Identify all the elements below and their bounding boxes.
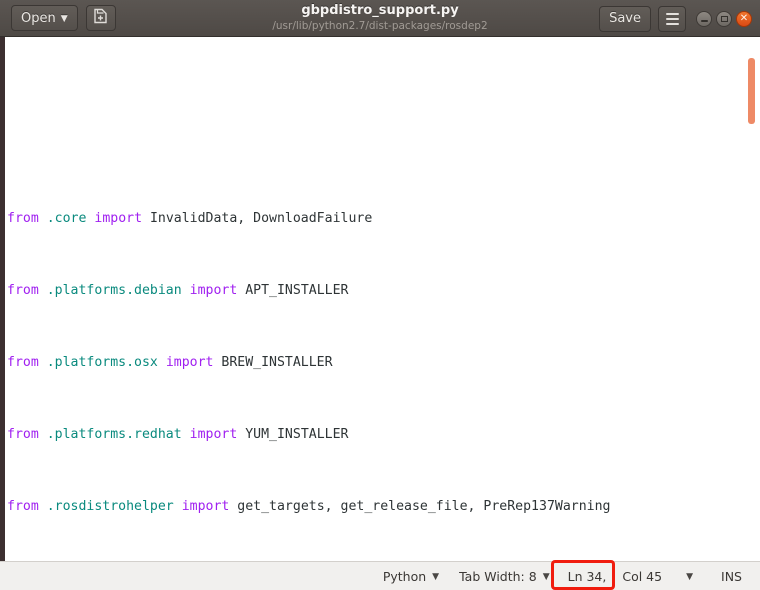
code-line: from .core import InvalidData, DownloadF… xyxy=(5,210,745,228)
token-keyword: import xyxy=(94,211,143,226)
maximize-icon xyxy=(720,15,728,22)
token-names: APT_INSTALLER xyxy=(237,283,349,298)
code-line: from .platforms.osx import BREW_INSTALLE… xyxy=(5,354,745,372)
token-module: .core xyxy=(46,211,87,226)
token-keyword: from xyxy=(7,211,39,226)
close-icon: ✕ xyxy=(739,12,749,24)
token-keyword: import xyxy=(189,283,238,298)
cursor-position-column[interactable]: Col 45 xyxy=(614,562,670,590)
new-document-button[interactable] xyxy=(85,5,116,31)
token-keyword: import xyxy=(181,499,230,514)
token-names: YUM_INSTALLER xyxy=(237,427,349,442)
token-keyword: from xyxy=(7,355,39,370)
cursor-position-dropdown[interactable]: ▼ xyxy=(670,562,707,590)
cursor-line-label: Ln 34, xyxy=(567,568,607,584)
token-names: get_targets, get_release_file, PreRep137… xyxy=(229,499,611,514)
cursor-position-line[interactable]: Ln 34, xyxy=(560,562,615,590)
token-names: InvalidData, DownloadFailure xyxy=(142,211,373,226)
language-label: Python xyxy=(382,568,427,584)
token-keyword: from xyxy=(7,283,39,298)
cursor-column-label: Col 45 xyxy=(622,568,663,584)
insert-mode-indicator[interactable]: INS xyxy=(707,562,748,590)
token-module: .rosdistrohelper xyxy=(46,499,174,514)
token-module: .platforms.redhat xyxy=(46,427,182,442)
tab-width-label: Tab Width: 8 xyxy=(459,568,537,584)
close-button[interactable]: ✕ xyxy=(736,10,752,27)
main-menu-button[interactable] xyxy=(658,5,686,32)
open-button[interactable]: Open ▼ xyxy=(11,5,78,31)
save-button-label: Save xyxy=(609,11,641,26)
status-bar: Python ▼ Tab Width: 8 ▼ Ln 34, Col 45 ▼ … xyxy=(0,561,760,590)
token-keyword: import xyxy=(189,427,238,442)
window-control-buttons: ✕ xyxy=(696,10,752,27)
token-keyword: from xyxy=(7,427,39,442)
code-line: from .platforms.debian import APT_INSTAL… xyxy=(5,282,745,300)
token-module: .platforms.osx xyxy=(46,355,158,370)
code-text[interactable]: from .core import InvalidData, DownloadF… xyxy=(5,37,745,561)
new-document-icon xyxy=(93,8,108,28)
text-editor-window: Open ▼ gbpdistro_support.py /usr/lib/pyt… xyxy=(0,0,760,590)
token-keyword: from xyxy=(7,499,39,514)
titlebar-right-controls: Save ✕ xyxy=(599,0,752,37)
vertical-scrollbar[interactable] xyxy=(748,58,755,124)
chevron-down-icon: ▼ xyxy=(432,572,440,582)
save-button[interactable]: Save xyxy=(599,5,651,32)
tab-width-selector[interactable]: Tab Width: 8 ▼ xyxy=(449,562,560,590)
chevron-down-icon: ▼ xyxy=(686,572,694,582)
token-names: BREW_INSTALLER xyxy=(213,355,333,370)
code-line: from .platforms.redhat import YUM_INSTAL… xyxy=(5,426,745,444)
chevron-down-icon: ▼ xyxy=(542,572,550,582)
minimize-button[interactable] xyxy=(696,10,712,27)
window-titlebar: Open ▼ gbpdistro_support.py /usr/lib/pyt… xyxy=(0,0,760,37)
code-editor-area[interactable]: from .core import InvalidData, DownloadF… xyxy=(0,37,760,561)
maximize-button[interactable] xyxy=(716,10,732,27)
insert-mode-label: INS xyxy=(721,568,742,584)
hamburger-menu-icon xyxy=(665,12,679,15)
titlebar-left-controls: Open ▼ xyxy=(11,5,116,31)
open-button-label: Open xyxy=(21,10,56,26)
minimize-icon xyxy=(700,20,708,22)
token-keyword: import xyxy=(165,355,214,370)
language-selector[interactable]: Python ▼ xyxy=(373,562,449,590)
chevron-down-icon: ▼ xyxy=(60,13,68,24)
code-line-partial xyxy=(5,94,745,102)
code-line: from .rosdistrohelper import get_targets… xyxy=(5,498,745,516)
token-module: .platforms.debian xyxy=(46,283,182,298)
